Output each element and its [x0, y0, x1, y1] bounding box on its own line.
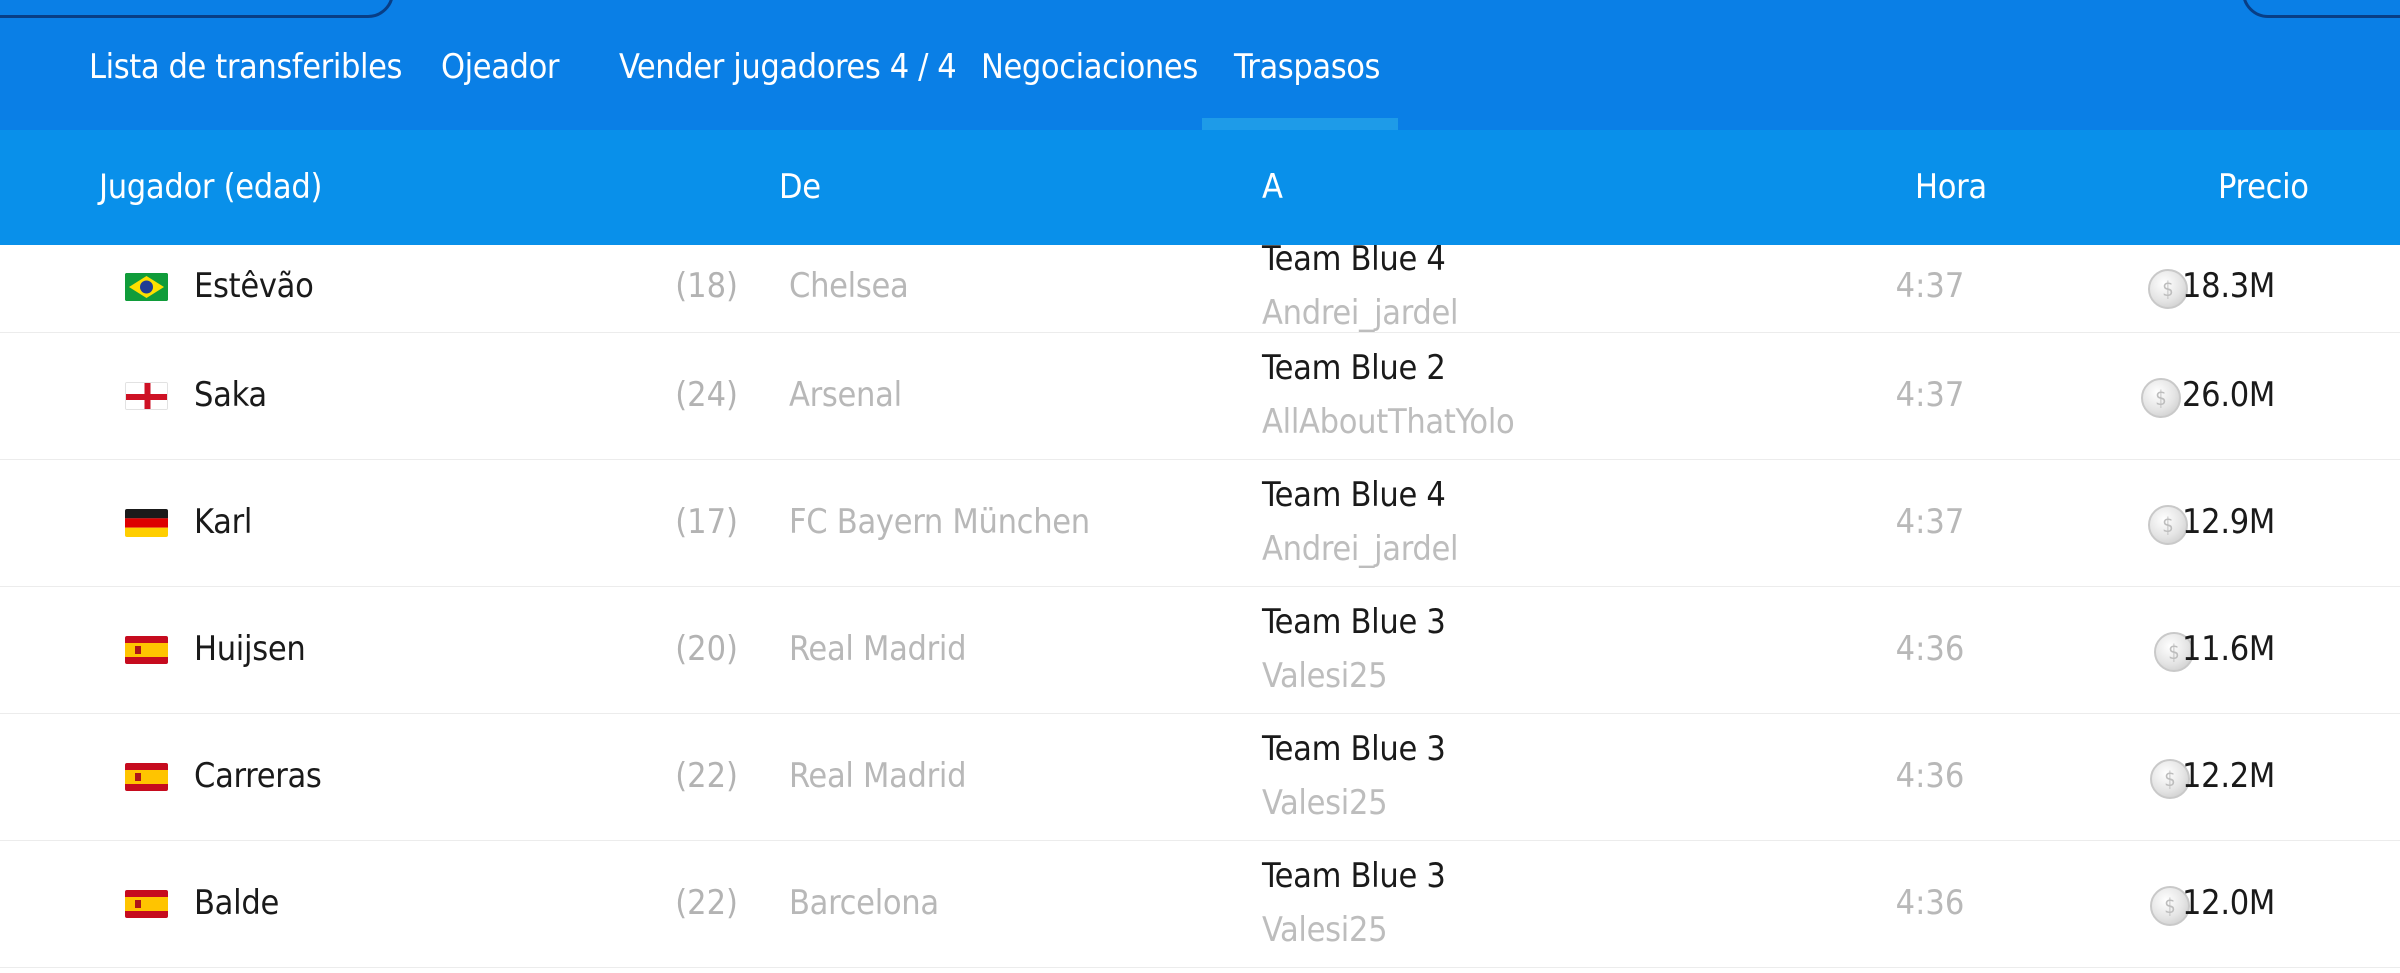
- transfer-time: 4:36: [1895, 629, 1965, 669]
- transfer-price: 12.9M: [2182, 502, 2275, 542]
- player-name: Saka: [194, 375, 267, 415]
- to-manager: Valesi25: [1262, 783, 1388, 823]
- table-row[interactable]: Karl (17) FC Bayern München Team Blue 4 …: [0, 459, 2400, 587]
- transfer-price: 18.3M: [2182, 266, 2275, 306]
- tab-lista-de-transferibles[interactable]: Lista de transferibles: [89, 38, 402, 96]
- column-header-to[interactable]: A: [1262, 130, 1283, 245]
- top-left-button-edge[interactable]: [0, 0, 394, 18]
- to-team: Team Blue 3: [1262, 729, 1446, 769]
- table-row[interactable]: Balde (22) Barcelona Team Blue 3 Valesi2…: [0, 840, 2400, 968]
- brazil-flag-icon: [125, 273, 168, 301]
- player-name: Balde: [194, 883, 279, 923]
- to-team: Team Blue 4: [1262, 245, 1446, 279]
- transfer-time: 4:36: [1895, 756, 1965, 796]
- player-age: (20): [675, 629, 738, 669]
- table-row[interactable]: Carreras (22) Real Madrid Team Blue 3 Va…: [0, 713, 2400, 841]
- tab-negociaciones[interactable]: Negociaciones: [981, 38, 1198, 96]
- england-flag-icon: [125, 382, 168, 410]
- from-club: Real Madrid: [789, 756, 967, 796]
- tab-traspasos[interactable]: Traspasos: [1234, 38, 1380, 96]
- player-age: (24): [675, 375, 738, 415]
- player-name: Carreras: [194, 756, 322, 796]
- from-club: Barcelona: [789, 883, 939, 923]
- player-age: (17): [675, 502, 738, 542]
- transfer-price: 11.6M: [2182, 629, 2275, 669]
- to-team: Team Blue 3: [1262, 856, 1446, 896]
- from-club: FC Bayern München: [789, 502, 1090, 542]
- transfer-time: 4:36: [1895, 883, 1965, 923]
- spain-flag-icon: [125, 636, 168, 664]
- column-header-price[interactable]: Precio: [2218, 130, 2309, 245]
- to-team: Team Blue 3: [1262, 602, 1446, 642]
- from-club: Real Madrid: [789, 629, 967, 669]
- to-manager: Valesi25: [1262, 656, 1388, 696]
- player-name: Huijsen: [194, 629, 306, 669]
- spain-flag-icon: [125, 763, 168, 791]
- transfer-price: 12.0M: [2182, 883, 2275, 923]
- active-tab-indicator: [1202, 118, 1398, 130]
- tab-vender-jugadores[interactable]: Vender jugadores 4 / 4: [619, 38, 957, 96]
- player-age: (18): [675, 266, 738, 306]
- table-row[interactable]: Estêvão (18) Chelsea Team Blue 4 Andrei_…: [0, 245, 2400, 333]
- player-name: Karl: [194, 502, 253, 542]
- tab-ojeador[interactable]: Ojeador: [441, 38, 559, 96]
- transfer-time: 4:37: [1895, 375, 1965, 415]
- top-navigation: Lista de transferibles Ojeador Vender ju…: [0, 0, 2400, 130]
- player-age: (22): [675, 883, 738, 923]
- table-row[interactable]: Saka (24) Arsenal Team Blue 2 AllAboutTh…: [0, 332, 2400, 460]
- transfer-price: 26.0M: [2182, 375, 2275, 415]
- germany-flag-icon: [125, 509, 168, 537]
- to-manager: Valesi25: [1262, 910, 1388, 950]
- from-club: Chelsea: [789, 266, 909, 306]
- column-header-time[interactable]: Hora: [1915, 130, 1987, 245]
- transfer-time: 4:37: [1895, 266, 1965, 306]
- to-manager: AllAboutThatYolo: [1262, 402, 1515, 442]
- top-right-button-edge[interactable]: [2242, 0, 2400, 18]
- to-team: Team Blue 4: [1262, 475, 1446, 515]
- transfers-table: Estêvão (18) Chelsea Team Blue 4 Andrei_…: [0, 245, 2400, 973]
- to-team: Team Blue 2: [1262, 348, 1446, 388]
- spain-flag-icon: [125, 890, 168, 918]
- to-manager: Andrei_jardel: [1262, 529, 1459, 569]
- transfer-time: 4:37: [1895, 502, 1965, 542]
- column-header-from[interactable]: De: [779, 130, 821, 245]
- player-age: (22): [675, 756, 738, 796]
- from-club: Arsenal: [789, 375, 902, 415]
- to-manager: Andrei_jardel: [1262, 293, 1459, 333]
- table-row[interactable]: Huijsen (20) Real Madrid Team Blue 3 Val…: [0, 586, 2400, 714]
- table-header: Jugador (edad) De A Hora Precio: [0, 130, 2400, 245]
- player-name: Estêvão: [194, 266, 314, 306]
- column-header-player[interactable]: Jugador (edad): [99, 130, 322, 245]
- transfer-price: 12.2M: [2182, 756, 2275, 796]
